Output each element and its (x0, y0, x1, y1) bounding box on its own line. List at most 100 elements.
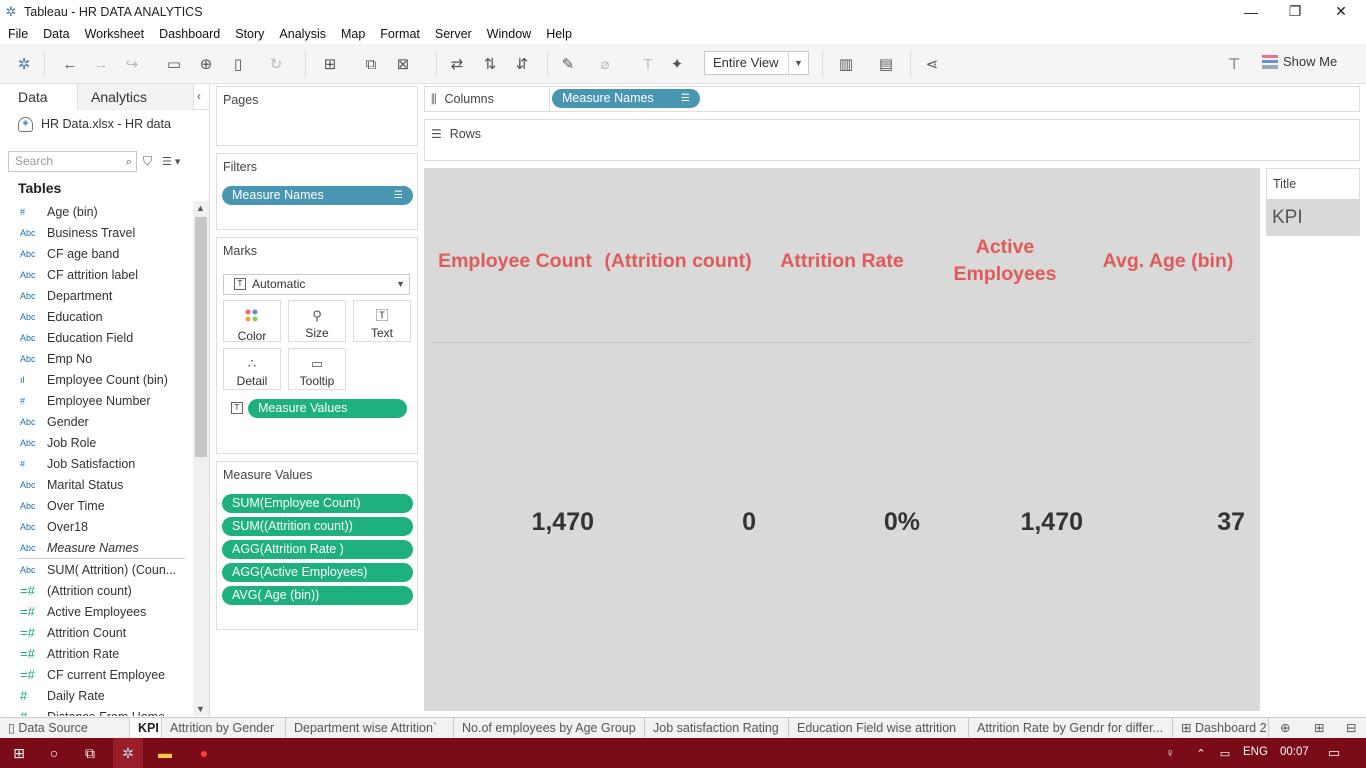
menu-story[interactable]: Story (235, 27, 264, 41)
tab-attrition-rate-gender[interactable]: Attrition Rate by Gendr for differ... (969, 718, 1173, 738)
highlight-icon[interactable]: ✎ (558, 54, 578, 74)
new-story-tab-icon[interactable]: ⊟ (1338, 718, 1366, 738)
field-item[interactable]: # Daily Rate (0, 685, 193, 706)
measure-pill-attrition-rate[interactable]: AGG(Attrition Rate ) (222, 540, 413, 559)
minimize-button[interactable]: — (1228, 0, 1274, 23)
group-icon[interactable]: ⌀ (595, 54, 615, 74)
swap-icon[interactable]: ⇄ (447, 54, 467, 74)
tab-kpi[interactable]: KPI (130, 718, 162, 738)
presentation-icon[interactable]: ▤ (876, 54, 896, 74)
tab-data[interactable]: Data (0, 84, 77, 110)
field-item[interactable]: # Age (bin) (0, 201, 193, 222)
sheet-title[interactable]: KPI (1267, 199, 1359, 236)
filter-icon[interactable]: ⛉ (143, 154, 152, 169)
color-button[interactable]: Color (223, 300, 281, 343)
replay-icon[interactable]: ↪ (122, 54, 142, 74)
new-dashboard-tab-icon[interactable]: ⊞ (1306, 718, 1336, 738)
field-item[interactable]: Abc Job Role (0, 432, 193, 453)
new-worksheet-icon[interactable]: ⊞ (320, 54, 340, 74)
menu-window[interactable]: Window (487, 27, 531, 41)
field-item[interactable]: Abc Business Travel (0, 222, 193, 243)
tab-department-attrition[interactable]: Department wise Attrition` (286, 718, 454, 738)
columns-pill-measure-names[interactable]: Measure Names ☰ (552, 89, 700, 108)
network-icon[interactable]: ▭ (1214, 738, 1236, 768)
measure-pill-active-employees[interactable]: AGG(Active Employees) (222, 563, 413, 582)
field-item[interactable]: Abc CF attrition label (0, 264, 193, 285)
field-item[interactable]: Abc Measure Names (0, 537, 193, 558)
size-button[interactable]: ⚲ Size (288, 300, 346, 342)
field-item[interactable]: =# CF current Employee (0, 664, 193, 685)
menu-data[interactable]: Data (43, 27, 69, 41)
redo-icon[interactable]: → (91, 54, 111, 74)
menu-help[interactable]: Help (546, 27, 572, 41)
tableau-taskbar-icon[interactable]: ✲ (113, 738, 143, 768)
field-item[interactable]: =# Active Employees (0, 601, 193, 622)
format-painter-icon[interactable]: ⊤ (1224, 54, 1244, 74)
tab-dashboard-2[interactable]: ⊞ Dashboard 2 (1173, 718, 1269, 738)
filter-pill-measure-names[interactable]: Measure Names ☰ (222, 186, 413, 205)
menu-worksheet[interactable]: Worksheet (85, 27, 145, 41)
sort-descending-icon[interactable]: ⇵ (512, 54, 532, 74)
collapse-pane-icon[interactable]: ‹ (197, 89, 201, 103)
field-item[interactable]: #Distance From Home (0, 706, 193, 716)
field-item[interactable]: Abc Education Field (0, 327, 193, 348)
measure-pill-avg-age[interactable]: AVG( Age (bin)) (222, 586, 413, 605)
notifications-icon[interactable]: ▭ (1322, 738, 1346, 768)
menu-server[interactable]: Server (435, 27, 472, 41)
header-attrition-rate[interactable]: Attrition Rate (762, 230, 922, 292)
tableau-home-icon[interactable]: ✲ (14, 54, 34, 74)
field-item[interactable]: Abc Marital Status (0, 474, 193, 495)
tab-data-source[interactable]: ▯ Data Source (0, 718, 130, 738)
new-datasource-icon[interactable]: ⊕ (196, 54, 216, 74)
windows-start-icon[interactable]: ⊞ (4, 738, 34, 768)
tab-job-satisfaction[interactable]: Job satisfaction Rating (645, 718, 789, 738)
value-avg-age[interactable]: 37 (1085, 508, 1245, 537)
field-item[interactable]: # Job Satisfaction (0, 453, 193, 474)
field-item[interactable]: Abc CF age band (0, 243, 193, 264)
undo-icon[interactable]: ← (60, 54, 80, 74)
field-item[interactable]: Abc Department (0, 285, 193, 306)
share-icon[interactable]: ⋖ (922, 54, 942, 74)
columns-shelf[interactable]: ⫼ Columns Measure Names ☰ (424, 86, 1360, 112)
search-input[interactable]: Search ⌕ (8, 150, 137, 172)
view-options-icon[interactable]: ☰ ▾ (162, 155, 180, 168)
language-indicator[interactable]: ENG (1243, 746, 1268, 758)
duplicate-sheet-icon[interactable]: ⧉ (361, 54, 381, 74)
clear-sheet-icon[interactable]: ⊠ (393, 54, 413, 74)
marks-pill-measure-values[interactable]: Measure Values (248, 399, 407, 418)
fit-icon[interactable]: ▥ (836, 54, 856, 74)
sort-ascending-icon[interactable]: ⇅ (480, 54, 500, 74)
view-mode-select[interactable]: Entire View ▼ (704, 51, 809, 75)
measure-pill-employee-count[interactable]: SUM(Employee Count) (222, 494, 413, 513)
field-item[interactable]: Abc Over18 (0, 516, 193, 537)
value-attrition-rate[interactable]: 0% (760, 508, 920, 537)
clock[interactable]: 00:07 (1280, 746, 1309, 758)
show-me-button[interactable]: Show Me (1262, 54, 1337, 69)
field-item[interactable]: # Employee Number (0, 390, 193, 411)
menu-file[interactable]: File (8, 27, 28, 41)
field-item[interactable]: =# Attrition Count (0, 622, 193, 643)
text-button[interactable]: 🅃 Text (353, 300, 411, 342)
labels-icon[interactable]: T (638, 54, 658, 74)
menu-analysis[interactable]: Analysis (279, 27, 326, 41)
menu-dashboard[interactable]: Dashboard (159, 27, 220, 41)
scroll-down-icon[interactable]: ▼ (196, 704, 205, 714)
field-item[interactable]: =# Attrition Rate (0, 643, 193, 664)
field-item[interactable]: Abc Over Time (0, 495, 193, 516)
worksheet-view[interactable]: Employee Count (Attrition count) Attriti… (424, 168, 1260, 711)
tab-employees-by-age[interactable]: No.of employees by Age Group (454, 718, 645, 738)
scroll-thumb[interactable] (195, 217, 207, 457)
task-view-icon[interactable]: ⧉ (75, 738, 105, 768)
tray-chevron-icon[interactable]: ⌃ (1190, 738, 1212, 768)
data-source-item[interactable]: ◈ HR Data.xlsx - HR data (0, 110, 209, 138)
refresh-icon[interactable]: ↻ (266, 54, 286, 74)
save-icon[interactable]: ▭ (164, 54, 184, 74)
scroll-up-icon[interactable]: ▲ (196, 203, 205, 213)
close-button[interactable]: ✕ (1318, 0, 1364, 23)
tab-analytics[interactable]: Analytics (77, 84, 194, 110)
header-employee-count[interactable]: Employee Count (435, 230, 595, 292)
tab-attrition-by-gender[interactable]: Attrition by Gender (162, 718, 286, 738)
restore-button[interactable]: ❐ (1272, 0, 1318, 23)
mark-type-select[interactable]: T Automatic ▼ (223, 274, 410, 295)
value-employee-count[interactable]: 1,470 (434, 508, 594, 537)
